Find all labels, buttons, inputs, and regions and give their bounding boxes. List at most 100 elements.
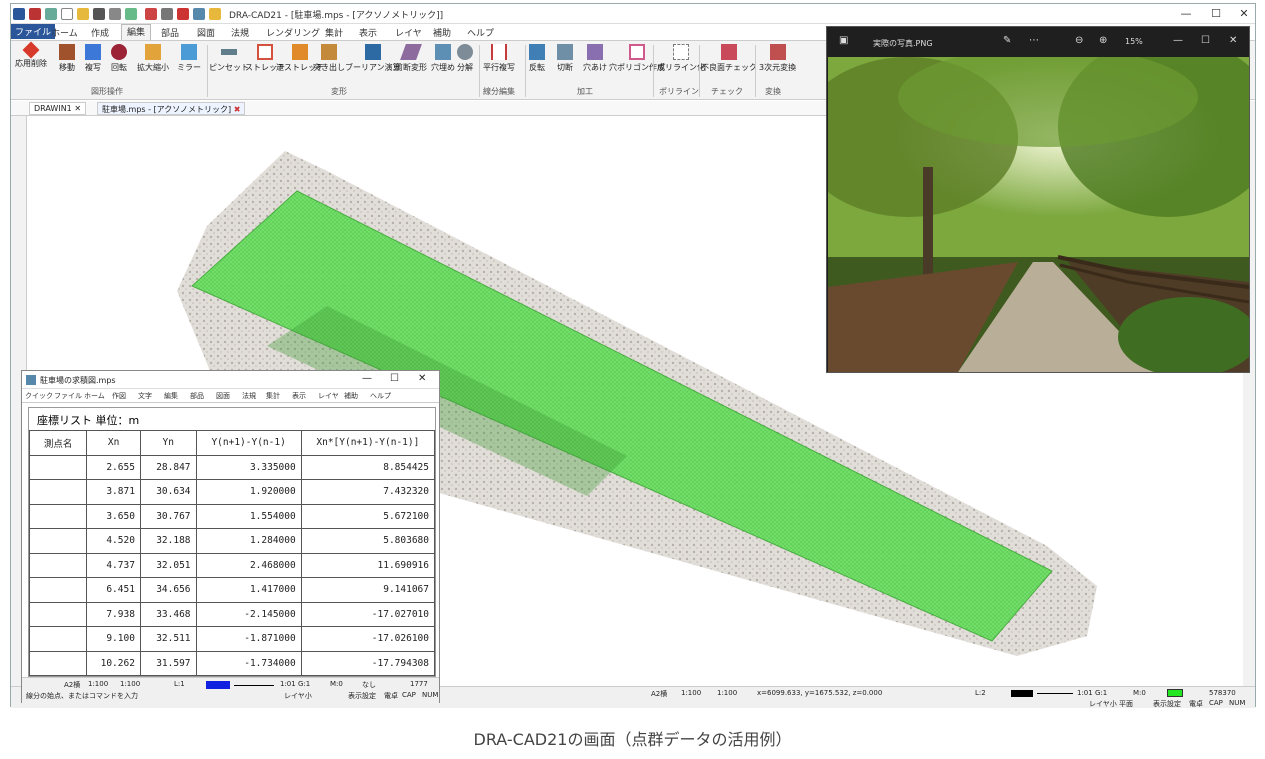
more-options-icon[interactable]: ⋯ xyxy=(1029,35,1039,46)
coordinate-sheet[interactable]: 座標リスト 単位：m 測点名 Xn Yn Y(n+1)-Y(n-1) Xn*[Y… xyxy=(28,407,436,677)
table-cell[interactable] xyxy=(29,626,88,652)
table-cell[interactable] xyxy=(29,528,88,554)
table-cell[interactable]: 5.803680 xyxy=(300,528,435,554)
table-cell[interactable]: 30.634 xyxy=(139,479,197,505)
zoom-in-icon[interactable]: ⊕ xyxy=(1099,35,1107,46)
table-row[interactable]: 2.655 28.847 3.335000 8.854425 xyxy=(29,454,435,480)
bad-face-check-tool[interactable]: 不良面チェック xyxy=(701,44,757,73)
fill-color-swatch[interactable] xyxy=(1167,689,1183,697)
menu-file[interactable]: ファイル xyxy=(11,24,56,39)
close-button[interactable]: ✕ xyxy=(418,373,426,384)
parallel-copy-tool[interactable]: 平行複写 xyxy=(483,44,515,73)
table-cell[interactable]: -2.145000 xyxy=(195,601,302,627)
table-cell[interactable]: 32.051 xyxy=(139,552,197,578)
table-cell[interactable] xyxy=(29,454,88,480)
table-cell[interactable]: 32.511 xyxy=(139,626,197,652)
open-folder-icon[interactable] xyxy=(77,8,89,20)
menu-parts[interactable]: 部品 xyxy=(161,26,179,39)
help-icon[interactable] xyxy=(193,8,205,20)
table-row[interactable]: 9.100 32.511 -1.871000 -17.026100 xyxy=(29,626,435,652)
table-cell[interactable]: 32.188 xyxy=(139,528,197,554)
save-icon[interactable] xyxy=(93,8,105,20)
table-cell[interactable]: 11.690916 xyxy=(300,552,435,578)
undo-icon[interactable] xyxy=(125,8,137,20)
flip-tool[interactable]: 反転 xyxy=(529,44,545,73)
ratio-indicator[interactable]: 1:01 G:1 xyxy=(1077,689,1107,697)
table-row[interactable]: 6.451 34.656 1.417000 9.141067 xyxy=(29,577,435,603)
menu-item[interactable]: 部品 xyxy=(190,391,204,401)
minimize-button[interactable]: — xyxy=(362,373,372,384)
table-cell[interactable]: 9.141067 xyxy=(300,577,435,603)
line-style-swatch[interactable] xyxy=(1037,693,1073,694)
status-label[interactable]: 電卓 xyxy=(384,691,398,701)
status-label[interactable]: 表示設定 xyxy=(1153,699,1181,709)
scale-value[interactable]: 1:100 xyxy=(717,689,737,697)
table-cell[interactable] xyxy=(29,650,88,676)
table-cell[interactable]: 9.100 xyxy=(86,626,141,652)
close-icon[interactable]: ✖ xyxy=(234,105,241,114)
status-label[interactable]: 電卓 xyxy=(1189,699,1203,709)
menu-assist[interactable]: 補助 xyxy=(433,26,451,39)
menu-item[interactable]: ファイル xyxy=(54,391,82,401)
new-file-icon[interactable] xyxy=(61,8,73,20)
shear-tool[interactable]: 剪断変形 xyxy=(395,44,427,73)
mode-indicator[interactable]: M:0 xyxy=(330,680,343,688)
move-tool[interactable]: 移動 xyxy=(59,44,75,73)
menu-item[interactable]: 文字 xyxy=(138,391,152,401)
scale-tool[interactable]: 拡大縮小 xyxy=(137,44,169,73)
paper-size[interactable]: A2横 xyxy=(651,689,667,699)
mode-indicator[interactable]: M:0 xyxy=(1133,689,1146,697)
table-cell[interactable]: 7.938 xyxy=(86,601,141,627)
menu-tally[interactable]: 集計 xyxy=(325,26,343,39)
menu-item[interactable]: 図面 xyxy=(216,391,230,401)
menu-edit[interactable]: 編集 xyxy=(121,24,152,40)
cut-tool[interactable]: 切断 xyxy=(557,44,573,73)
quick-access-icon[interactable] xyxy=(45,8,57,20)
boolean-tool[interactable]: ブーリアン演算 xyxy=(345,44,401,73)
menu-home[interactable]: ホーム xyxy=(51,26,78,39)
table-row[interactable]: 3.650 30.767 1.554000 5.672100 xyxy=(29,503,435,529)
table-row[interactable]: 3.871 30.634 1.920000 7.432320 xyxy=(29,479,435,505)
copy-tool[interactable]: 複写 xyxy=(85,44,101,73)
fill-hole-tool[interactable]: 穴埋め xyxy=(431,44,455,73)
stop-icon[interactable] xyxy=(177,8,189,20)
table-cell[interactable]: -17.027010 xyxy=(300,601,435,627)
tweezers-tool[interactable]: ピンセット xyxy=(209,44,249,73)
table-cell[interactable]: 30.767 xyxy=(139,503,197,529)
table-cell[interactable]: -1.734000 xyxy=(195,650,302,676)
print-icon[interactable] xyxy=(109,8,121,20)
edit-icon[interactable]: ✎ xyxy=(1003,35,1011,46)
menu-view[interactable]: 表示 xyxy=(359,26,377,39)
maximize-button[interactable]: ☐ xyxy=(390,373,399,384)
polyline-tool[interactable]: ポリライン化 xyxy=(657,44,705,73)
menu-item[interactable]: レイヤ xyxy=(318,391,339,401)
menu-item[interactable]: 作図 xyxy=(112,391,126,401)
table-cell[interactable] xyxy=(29,552,88,578)
table-cell[interactable]: 4.737 xyxy=(86,552,141,578)
table-cell[interactable]: 31.597 xyxy=(139,650,197,676)
table-cell[interactable] xyxy=(29,479,88,505)
redo-icon[interactable] xyxy=(145,8,157,20)
apply-delete-tool[interactable]: 応用削除 xyxy=(15,41,47,69)
paper-size[interactable]: A2横 xyxy=(64,680,80,690)
table-cell[interactable]: -17.026100 xyxy=(300,626,435,652)
table-cell[interactable]: 1.920000 xyxy=(195,479,302,505)
table-cell[interactable]: 3.650 xyxy=(86,503,141,529)
color-swatch[interactable] xyxy=(206,681,230,689)
menu-item[interactable]: 補助 xyxy=(344,391,358,401)
quick-access-icon[interactable] xyxy=(209,8,221,20)
table-row[interactable]: 7.938 33.468 -2.145000 -17.027010 xyxy=(29,601,435,627)
maximize-button[interactable]: ☐ xyxy=(1201,6,1231,22)
mirror-tool[interactable]: ミラー xyxy=(177,44,201,73)
table-cell[interactable]: 3.335000 xyxy=(195,454,302,480)
table-cell[interactable]: -1.871000 xyxy=(195,626,302,652)
menu-item[interactable]: ホーム xyxy=(84,391,105,401)
table-cell[interactable]: 1.417000 xyxy=(195,577,302,603)
table-cell[interactable]: 28.847 xyxy=(139,454,197,480)
quick-access-icon[interactable] xyxy=(161,8,173,20)
status-label[interactable]: 平面 xyxy=(1119,699,1133,709)
table-cell[interactable]: 10.262 xyxy=(86,650,141,676)
table-cell[interactable]: 3.871 xyxy=(86,479,141,505)
table-cell[interactable]: 1.284000 xyxy=(195,528,302,554)
menu-item[interactable]: クイック xyxy=(25,391,53,401)
